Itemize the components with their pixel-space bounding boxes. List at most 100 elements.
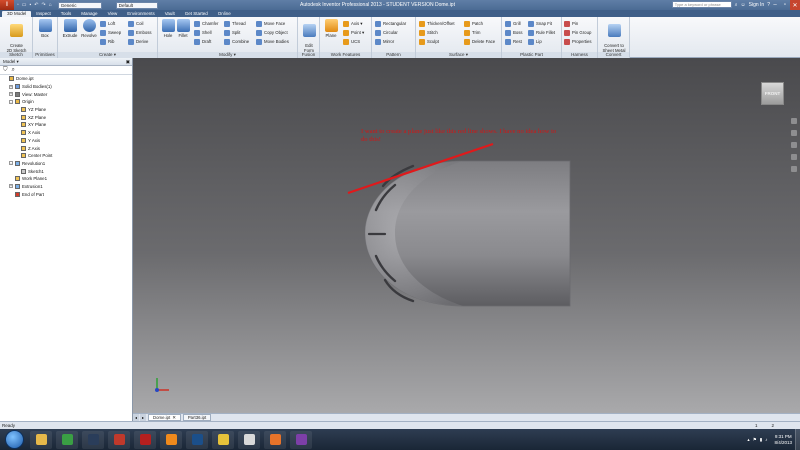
axis-button[interactable]: Axis ▾: [343, 19, 362, 28]
clock[interactable]: 9:31 PM 8/4/2013: [774, 434, 792, 446]
sign-in-link[interactable]: Sign In: [749, 2, 765, 8]
zoom-icon[interactable]: [790, 142, 797, 148]
stitch-button[interactable]: Stitch: [419, 28, 438, 37]
taskbar-app[interactable]: [186, 430, 208, 449]
trim-button[interactable]: Trim: [464, 28, 480, 37]
flag-icon[interactable]: ⚑: [753, 437, 757, 443]
show-desktop-button[interactable]: [795, 429, 800, 450]
tree-node[interactable]: Y Axis: [0, 137, 132, 145]
tree-node[interactable]: + Solid Bodies(1): [0, 83, 132, 91]
home-icon[interactable]: ⌂: [49, 2, 52, 8]
tree-node[interactable]: YZ Plane: [0, 106, 132, 114]
tree-node[interactable]: Z Axis: [0, 144, 132, 152]
fillet-button[interactable]: Fillet: [173, 19, 193, 38]
grill-button[interactable]: Grill: [505, 19, 521, 28]
pan-icon[interactable]: [790, 130, 797, 136]
taskbar-app[interactable]: [30, 430, 52, 449]
orbit-icon[interactable]: [790, 154, 797, 160]
viewcube[interactable]: FRONT: [761, 82, 784, 105]
tree-node[interactable]: Work Plane1: [0, 175, 132, 183]
derive-button[interactable]: Derive: [128, 37, 148, 46]
point-button[interactable]: Point ▾: [343, 28, 364, 37]
tree-node[interactable]: - Revolution1: [0, 160, 132, 168]
application-menu-button[interactable]: I: [0, 0, 14, 10]
close-icon[interactable]: ✕: [172, 415, 176, 421]
mirror-button[interactable]: Mirror: [375, 37, 394, 46]
graphics-viewport[interactable]: I want to create a plane just like this …: [133, 58, 800, 413]
tree-node[interactable]: Dome.ipt: [0, 75, 132, 83]
volume-icon[interactable]: ♪: [765, 437, 767, 442]
tree-node[interactable]: + View: Master: [0, 90, 132, 98]
plane-button[interactable]: Plane: [321, 19, 341, 38]
expand-toggle-icon[interactable]: +: [9, 184, 13, 189]
taskbar-app[interactable]: [212, 430, 234, 449]
tree-node[interactable]: Center Point: [0, 152, 132, 160]
look-at-icon[interactable]: [790, 166, 797, 172]
taskbar-app[interactable]: [238, 430, 260, 449]
extrude-button[interactable]: Extrude: [60, 19, 80, 38]
filter-icon[interactable]: ⛉: [3, 67, 8, 74]
sculpt-button[interactable]: Sculpt: [419, 37, 439, 46]
tree-node[interactable]: X Axis: [0, 129, 132, 137]
doc-tab-dome[interactable]: Dome.ipt ✕: [148, 414, 181, 421]
taskbar-app[interactable]: [56, 430, 78, 449]
box-button[interactable]: Box: [35, 19, 55, 38]
rest-button[interactable]: Rest: [505, 37, 522, 46]
redo-icon[interactable]: ↷: [42, 2, 46, 8]
emboss-button[interactable]: Emboss: [128, 28, 152, 37]
loft-button[interactable]: Loft: [100, 19, 115, 28]
edit-form-button[interactable]: Edit Form: [299, 19, 319, 53]
taskbar-app[interactable]: [290, 430, 312, 449]
taskbar-app[interactable]: [264, 430, 286, 449]
patch-button[interactable]: Patch: [464, 19, 483, 28]
sweep-button[interactable]: Sweep: [100, 28, 121, 37]
tab-scroll-right-icon[interactable]: ▸: [140, 414, 146, 421]
minimize-button[interactable]: –: [770, 0, 780, 10]
taskbar-app[interactable]: [108, 430, 130, 449]
network-icon[interactable]: ▮: [760, 437, 762, 443]
tab-scroll-left-icon[interactable]: ◂: [133, 414, 139, 421]
circular-button[interactable]: Circular: [375, 28, 398, 37]
revolve-button[interactable]: Revolve: [79, 19, 99, 38]
thicken-offset-button[interactable]: Thicken/Offset: [419, 19, 455, 28]
delete-face-button[interactable]: Delete Face: [464, 37, 495, 46]
move-face-button[interactable]: Move Face: [256, 19, 285, 28]
appearance-combo[interactable]: Default: [115, 1, 158, 9]
shell-button[interactable]: Shell: [194, 28, 212, 37]
rib-button[interactable]: Rib: [100, 37, 114, 46]
taskbar-app[interactable]: [160, 430, 182, 449]
combine-button[interactable]: Combine: [224, 37, 249, 46]
material-combo[interactable]: Generic: [57, 1, 102, 9]
properties-button[interactable]: Properties: [564, 37, 592, 46]
rectangular-button[interactable]: Rectangular: [375, 19, 406, 28]
expand-toggle-icon[interactable]: -: [9, 161, 13, 166]
tree-node[interactable]: XY Plane: [0, 121, 132, 129]
create-2d-sketch-button[interactable]: Create 2D Sketch: [5, 19, 28, 53]
expand-toggle-icon[interactable]: -: [9, 99, 13, 104]
tree-node[interactable]: Sketch1: [0, 167, 132, 175]
open-icon[interactable]: ▭: [22, 2, 27, 8]
pin-button[interactable]: Pin: [564, 19, 578, 28]
snap-fit-button[interactable]: Snap Fit: [528, 19, 552, 28]
ucs-button[interactable]: UCS: [343, 37, 360, 46]
save-icon[interactable]: ▪: [30, 2, 32, 8]
dome-part[interactable]: [364, 160, 571, 307]
split-button[interactable]: Split: [224, 28, 240, 37]
undo-icon[interactable]: ↶: [34, 2, 38, 8]
binoculars-icon[interactable]: ⌕: [12, 67, 15, 74]
coil-button[interactable]: Coil: [128, 19, 143, 28]
move-bodies-button[interactable]: Move Bodies: [256, 37, 289, 46]
maximize-button[interactable]: ▫: [780, 0, 790, 10]
show-hidden-icons-icon[interactable]: ▴: [747, 437, 749, 443]
binoculars-icon[interactable]: ⌕: [735, 2, 738, 8]
expand-toggle-icon[interactable]: +: [9, 92, 13, 97]
thread-button[interactable]: Thread: [224, 19, 246, 28]
browser-header[interactable]: Model ▾ ▣: [0, 58, 132, 66]
search-input[interactable]: Type a keyword or phrase: [671, 1, 732, 8]
chamfer-button[interactable]: Chamfer: [194, 19, 218, 28]
full-navigation-wheel-icon[interactable]: [790, 118, 797, 124]
taskbar-app[interactable]: [134, 430, 156, 449]
doc-tab-part36[interactable]: Part36.ipt: [182, 414, 212, 421]
browser-close-icon[interactable]: ▣: [126, 59, 130, 65]
expand-toggle-icon[interactable]: +: [9, 84, 13, 89]
